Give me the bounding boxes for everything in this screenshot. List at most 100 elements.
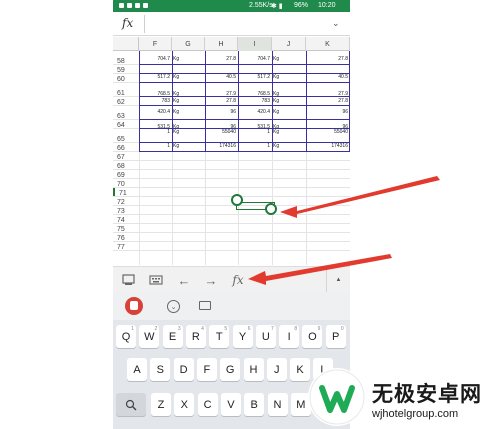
fx-icon[interactable]: fx xyxy=(228,271,248,289)
key-e[interactable]: E3 xyxy=(162,325,183,348)
key-hint: 2 xyxy=(154,326,158,332)
table-border xyxy=(139,64,350,65)
table-border xyxy=(349,51,350,152)
column-header[interactable]: K xyxy=(306,37,350,51)
table-cell[interactable]: 420.4 xyxy=(140,109,170,115)
key-label: T xyxy=(215,330,223,343)
column-header[interactable]: F xyxy=(139,37,172,51)
table-cell[interactable]: 96 xyxy=(206,109,236,115)
row-gridline xyxy=(113,187,350,188)
key-c[interactable]: C xyxy=(197,393,218,416)
table-cell[interactable]: 1 xyxy=(239,143,270,149)
key-label: P xyxy=(332,330,340,343)
key-b[interactable]: B xyxy=(244,393,265,416)
keyboard-logo-icon[interactable] xyxy=(125,297,143,315)
selection-end-handle[interactable] xyxy=(265,203,277,215)
table-cell[interactable]: 783 xyxy=(140,98,170,104)
key-o[interactable]: O9 xyxy=(302,325,323,348)
table-cell[interactable]: 40.5 xyxy=(307,74,348,80)
spreadsheet-grid[interactable]: 58 59 60 61 62 63 64 65 66 67 68 69 70 71 72 73 74 75 76 77… xyxy=(113,51,350,265)
table-cell[interactable]: 27.8 xyxy=(206,98,236,104)
column-header[interactable]: G xyxy=(172,37,205,51)
row-header[interactable]: 65 xyxy=(113,129,139,143)
keyboard-switch-icon[interactable] xyxy=(199,301,211,310)
chevron-down-icon[interactable]: ⌄ xyxy=(332,18,340,29)
key-n[interactable]: N xyxy=(267,393,288,416)
table-cell[interactable]: 27.8 xyxy=(307,56,348,62)
key-z[interactable]: Z xyxy=(151,393,171,416)
key-g[interactable]: G xyxy=(220,358,241,381)
table-cell[interactable]: 704.7 xyxy=(239,56,270,62)
table-cell[interactable]: 55040 xyxy=(206,129,236,135)
table-border xyxy=(139,105,350,106)
table-cell[interactable]: Kg xyxy=(273,56,304,62)
key-x[interactable]: X xyxy=(174,393,195,416)
key-label: D xyxy=(179,363,188,376)
table-cell[interactable]: 27.8 xyxy=(206,56,236,62)
key-hint: 7 xyxy=(271,326,274,332)
column-header[interactable]: H xyxy=(205,37,238,51)
key-hint: 8 xyxy=(294,326,298,332)
table-cell[interactable]: Kg xyxy=(273,98,304,104)
table-cell[interactable]: 420.4 xyxy=(239,109,270,115)
table-cell[interactable]: 1 xyxy=(140,143,170,149)
formula-bar[interactable]: fx ⌄ xyxy=(113,12,350,36)
table-cell[interactable]: 517.2 xyxy=(140,74,170,80)
key-y[interactable]: Y6 xyxy=(232,325,253,348)
table-cell[interactable]: 783 xyxy=(239,98,270,104)
row-header[interactable]: 63 xyxy=(113,106,139,120)
key-label: H xyxy=(249,363,258,376)
key-a[interactable]: A xyxy=(127,358,147,381)
row-header[interactable]: 61 xyxy=(113,83,139,97)
table-cell[interactable]: 1 xyxy=(239,129,270,135)
table-cell[interactable]: 517.2 xyxy=(239,74,270,80)
fx-icon[interactable]: fx xyxy=(122,16,133,30)
key-d[interactable]: D xyxy=(173,358,194,381)
table-cell[interactable]: Kg xyxy=(273,143,304,149)
key-q[interactable]: Q1 xyxy=(116,325,136,348)
table-cell[interactable]: 1 xyxy=(140,129,170,135)
key-s[interactable]: S xyxy=(150,358,171,381)
arrow-left-icon[interactable]: ← xyxy=(174,271,194,289)
row-gridline xyxy=(113,205,350,206)
table-border xyxy=(139,142,350,143)
key-f[interactable]: F xyxy=(196,358,217,381)
expand-toolbar-button[interactable]: ▲ xyxy=(326,267,350,293)
selection-start-handle[interactable] xyxy=(231,194,243,206)
select-all-corner[interactable] xyxy=(113,37,139,51)
arrow-right-icon[interactable]: → xyxy=(201,271,221,289)
table-cell[interactable]: Kg xyxy=(173,109,203,115)
key-r[interactable]: R4 xyxy=(185,325,206,348)
table-cell[interactable]: Kg xyxy=(173,143,203,149)
key-i[interactable]: I8 xyxy=(279,325,300,348)
row-header[interactable]: 58 xyxy=(113,51,139,65)
column-header[interactable]: J xyxy=(272,37,306,51)
table-cell[interactable]: Kg xyxy=(273,109,304,115)
keyboard-icon[interactable] xyxy=(146,271,166,289)
column-header[interactable]: I xyxy=(238,37,272,51)
table-cell[interactable]: 174316 xyxy=(307,143,348,149)
table-cell[interactable]: Kg xyxy=(273,74,304,80)
table-cell[interactable]: 55040 xyxy=(307,129,348,135)
key-t[interactable]: T5 xyxy=(209,325,230,348)
table-cell[interactable]: Kg xyxy=(173,56,203,62)
shift-key[interactable] xyxy=(116,393,146,416)
table-cell[interactable]: 40.5 xyxy=(206,74,236,80)
collapse-keyboard-icon[interactable]: ⌄ xyxy=(167,300,180,313)
key-h[interactable]: H xyxy=(243,358,264,381)
table-cell[interactable]: 704.7 xyxy=(140,56,170,62)
key-p[interactable]: P0 xyxy=(325,325,346,348)
table-cell[interactable]: 174316 xyxy=(206,143,236,149)
table-cell[interactable]: Kg xyxy=(173,98,203,104)
table-cell[interactable]: Kg xyxy=(173,74,203,80)
key-u[interactable]: U7 xyxy=(255,325,276,348)
key-v[interactable]: V xyxy=(220,393,241,416)
table-cell[interactable]: 96 xyxy=(307,109,348,115)
key-j[interactable]: J xyxy=(266,358,287,381)
table-cell[interactable]: Kg xyxy=(173,129,203,135)
table-cell[interactable]: Kg xyxy=(273,129,304,135)
network-speed: 2.55K/s xyxy=(249,2,273,9)
key-w[interactable]: W2 xyxy=(139,325,160,348)
table-cell[interactable]: 27.8 xyxy=(307,98,348,104)
sheet-icon[interactable] xyxy=(118,271,138,289)
